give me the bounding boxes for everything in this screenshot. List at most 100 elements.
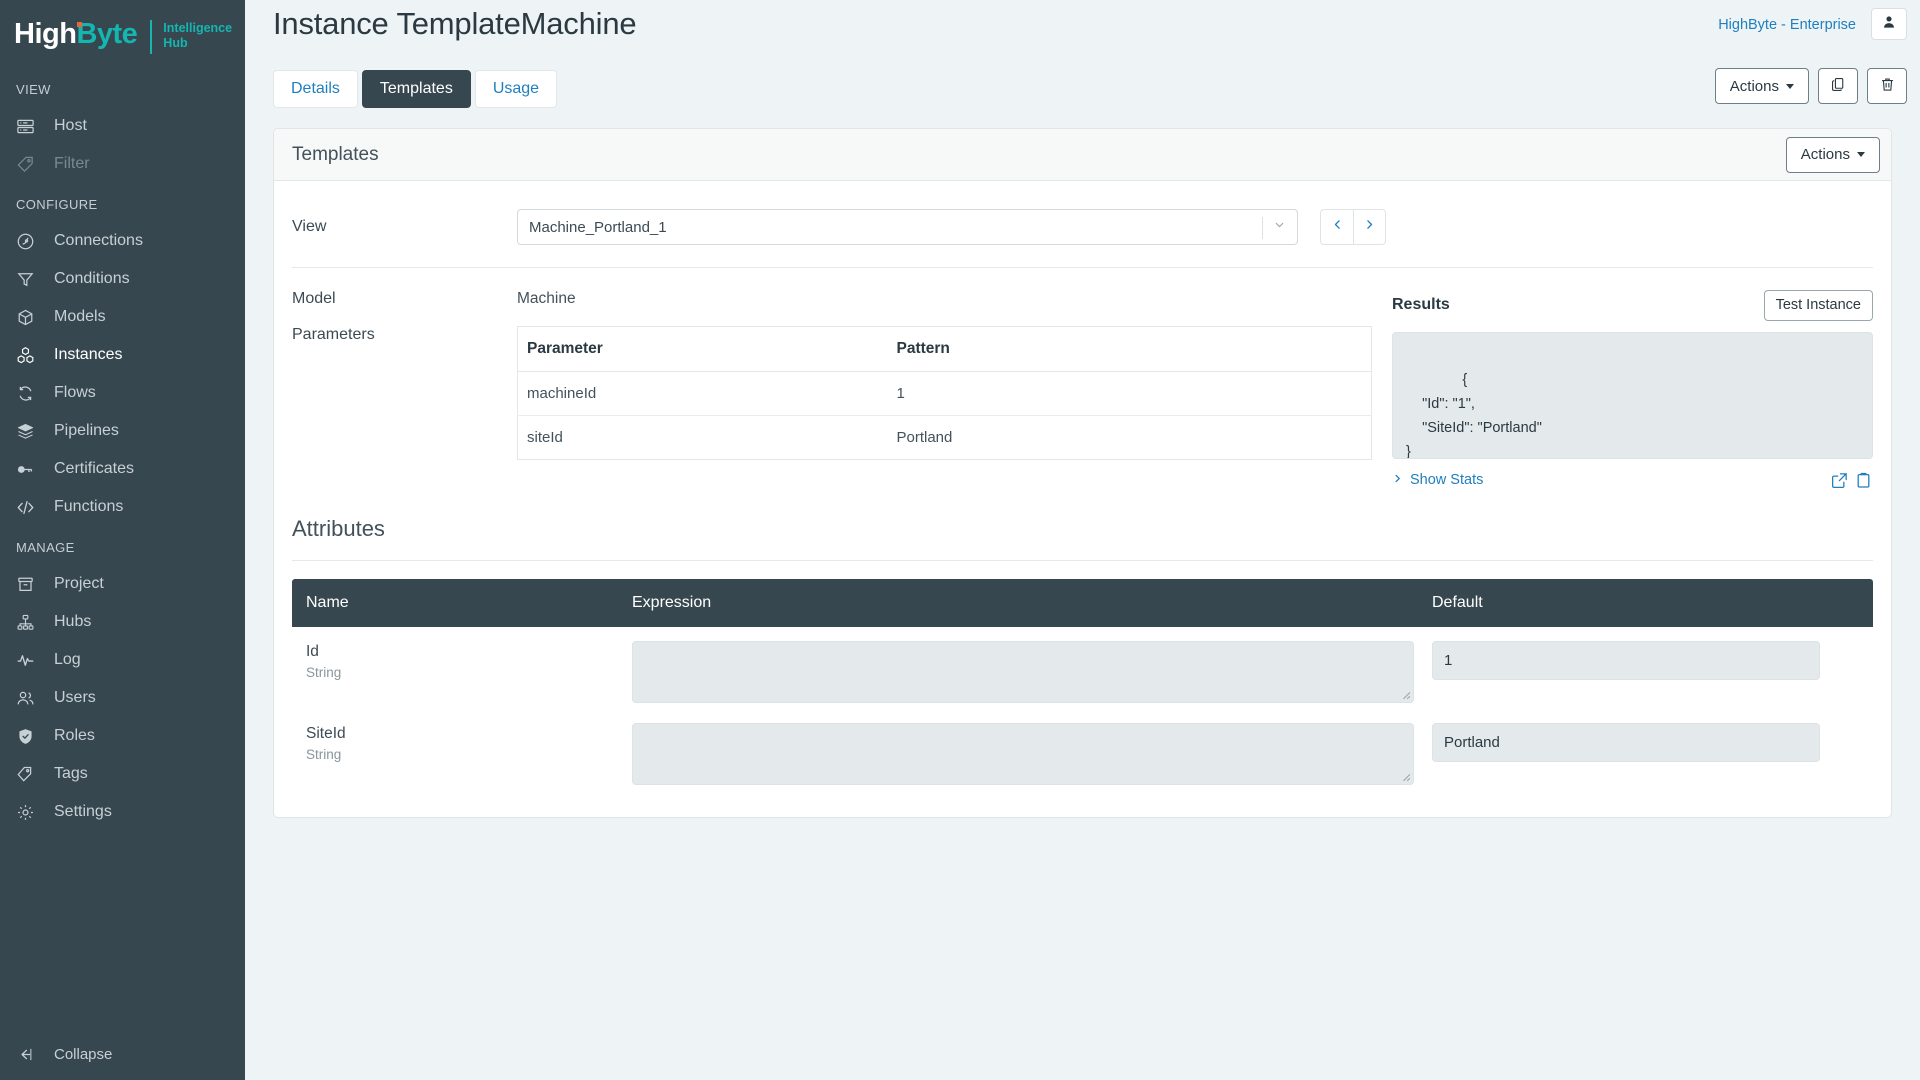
sidebar-item-models[interactable]: Models [0,298,245,336]
actions-dropdown-button[interactable]: Actions [1714,68,1809,104]
layers-icon [16,421,42,441]
view-pager [1320,209,1386,245]
column-header-default: Default [1432,579,1873,627]
sidebar-item-instances[interactable]: Instances [0,336,245,374]
select-separator [1262,217,1263,239]
chevron-right-icon [1392,472,1403,488]
view-prev-button[interactable] [1320,209,1353,245]
attribute-default-cell: Portland [1432,709,1873,791]
clipboard-icon[interactable] [1854,471,1873,490]
main-content: Instance TemplateMachine HighByte - Ente… [245,0,1920,1080]
sidebar: HighByte Intelligence Hub VIEW Host Filt… [0,0,245,1080]
tab-bar: Details Templates Usage [273,70,558,108]
page-title: Instance TemplateMachine [273,6,637,41]
parameters-table-body: machineId 1 siteId Portland [517,371,1372,460]
attributes-title: Attributes [292,516,385,541]
view-label: View [292,218,327,235]
default-value: 1 [1444,652,1453,669]
sidebar-item-label: Filter [54,155,90,172]
user-account-button[interactable] [1871,8,1907,40]
logo-wordmark: HighByte [14,20,138,49]
model-label: Model [292,290,336,307]
test-instance-button[interactable]: Test Instance [1763,289,1873,321]
model-value: Machine [517,290,576,307]
attribute-name: SiteId [306,725,346,742]
tab-templates[interactable]: Templates [361,70,471,108]
expression-input[interactable] [632,723,1414,785]
sidebar-section-configure: CONFIGURE [16,197,98,212]
sidebar-item-settings[interactable]: Settings [0,793,245,831]
sidebar-item-label: Connections [54,232,143,249]
sidebar-item-label: Flows [54,384,96,401]
sidebar-item-flows[interactable]: Flows [0,374,245,412]
app-root: HighByte Intelligence Hub VIEW Host Filt… [0,0,1920,1080]
view-row: View Machine_Portland_1 [292,201,1873,268]
tab-usage[interactable]: Usage [474,70,558,108]
results-action-icons [1830,471,1873,490]
sidebar-item-label: Settings [54,803,112,820]
tab-details[interactable]: Details [273,70,358,108]
trash-icon [1879,76,1896,97]
external-link-icon[interactable] [1830,471,1849,490]
shield-check-icon [16,726,42,746]
expression-input[interactable] [632,641,1414,703]
resize-handle[interactable] [1857,443,1870,456]
attribute-name-cell: SiteId String [292,709,632,791]
table-row: machineId 1 [517,371,1372,416]
sidebar-item-certificates[interactable]: Certificates [0,450,245,488]
table-row: SiteId String Portland [292,709,1873,791]
sidebar-item-connections[interactable]: Connections [0,222,245,260]
sidebar-collapse-button[interactable]: Collapse [0,1028,245,1080]
copy-button[interactable] [1818,68,1858,104]
logo-subtitle: Intelligence Hub [163,20,232,51]
resize-handle[interactable] [1398,769,1411,782]
results-footer: Show Stats [1392,468,1873,492]
model-row: Model Machine [292,290,1372,308]
default-input[interactable]: Portland [1432,723,1820,762]
panel-actions-dropdown-button[interactable]: Actions [1785,136,1880,173]
sidebar-item-host[interactable]: Host [0,107,245,145]
default-input[interactable]: 1 [1432,641,1820,680]
sidebar-item-roles[interactable]: Roles [0,717,245,755]
templates-panel: Templates Actions View Machine_Portland_… [273,128,1892,818]
view-select[interactable]: Machine_Portland_1 [517,209,1298,245]
attribute-default-cell: 1 [1432,627,1873,709]
attribute-type: String [306,665,342,680]
cube-icon [16,307,42,327]
copy-icon [1830,76,1847,97]
sidebar-item-tags[interactable]: Tags [0,755,245,793]
sidebar-section-view: VIEW [16,82,51,97]
sidebar-item-label: Project [54,575,104,592]
tags-icon [16,764,42,784]
table-header-row: Parameter Pattern [517,326,1372,372]
sidebar-item-hubs[interactable]: Hubs [0,603,245,641]
parameters-label: Parameters [292,326,375,343]
delete-button[interactable] [1867,68,1907,104]
view-select-value: Machine_Portland_1 [529,218,667,236]
column-header-pattern: Pattern [887,326,1372,372]
column-header-parameter: Parameter [517,326,888,372]
sidebar-item-label: Functions [54,498,124,515]
resize-handle[interactable] [1398,687,1411,700]
templates-panel-body: View Machine_Portland_1 Model Machine Pa… [274,181,1891,817]
templates-panel-title: Templates [292,143,379,165]
funnel-icon [16,269,42,289]
sidebar-item-label: Users [54,689,96,706]
panel-actions-label: Actions [1800,146,1850,163]
sidebar-item-project[interactable]: Project [0,565,245,603]
enterprise-link[interactable]: HighByte - Enterprise [1718,17,1856,33]
parameters-table-head: Parameter Pattern [517,326,1372,372]
sidebar-item-functions[interactable]: Functions [0,488,245,526]
sidebar-item-label: Certificates [54,460,135,477]
sidebar-item-conditions[interactable]: Conditions [0,260,245,298]
sidebar-item-label: Log [54,651,81,668]
view-next-button[interactable] [1353,209,1386,245]
sidebar-item-log[interactable]: Log [0,641,245,679]
app-logo[interactable]: HighByte Intelligence Hub [0,0,245,68]
sidebar-item-label: Host [54,117,87,134]
results-output[interactable]: { "Id": "1", "SiteId": "Portland" } [1392,332,1873,459]
table-header-row: Name Expression Default [292,579,1873,627]
show-stats-toggle[interactable]: Show Stats [1392,472,1483,488]
sidebar-item-pipelines[interactable]: Pipelines [0,412,245,450]
sidebar-item-users[interactable]: Users [0,679,245,717]
